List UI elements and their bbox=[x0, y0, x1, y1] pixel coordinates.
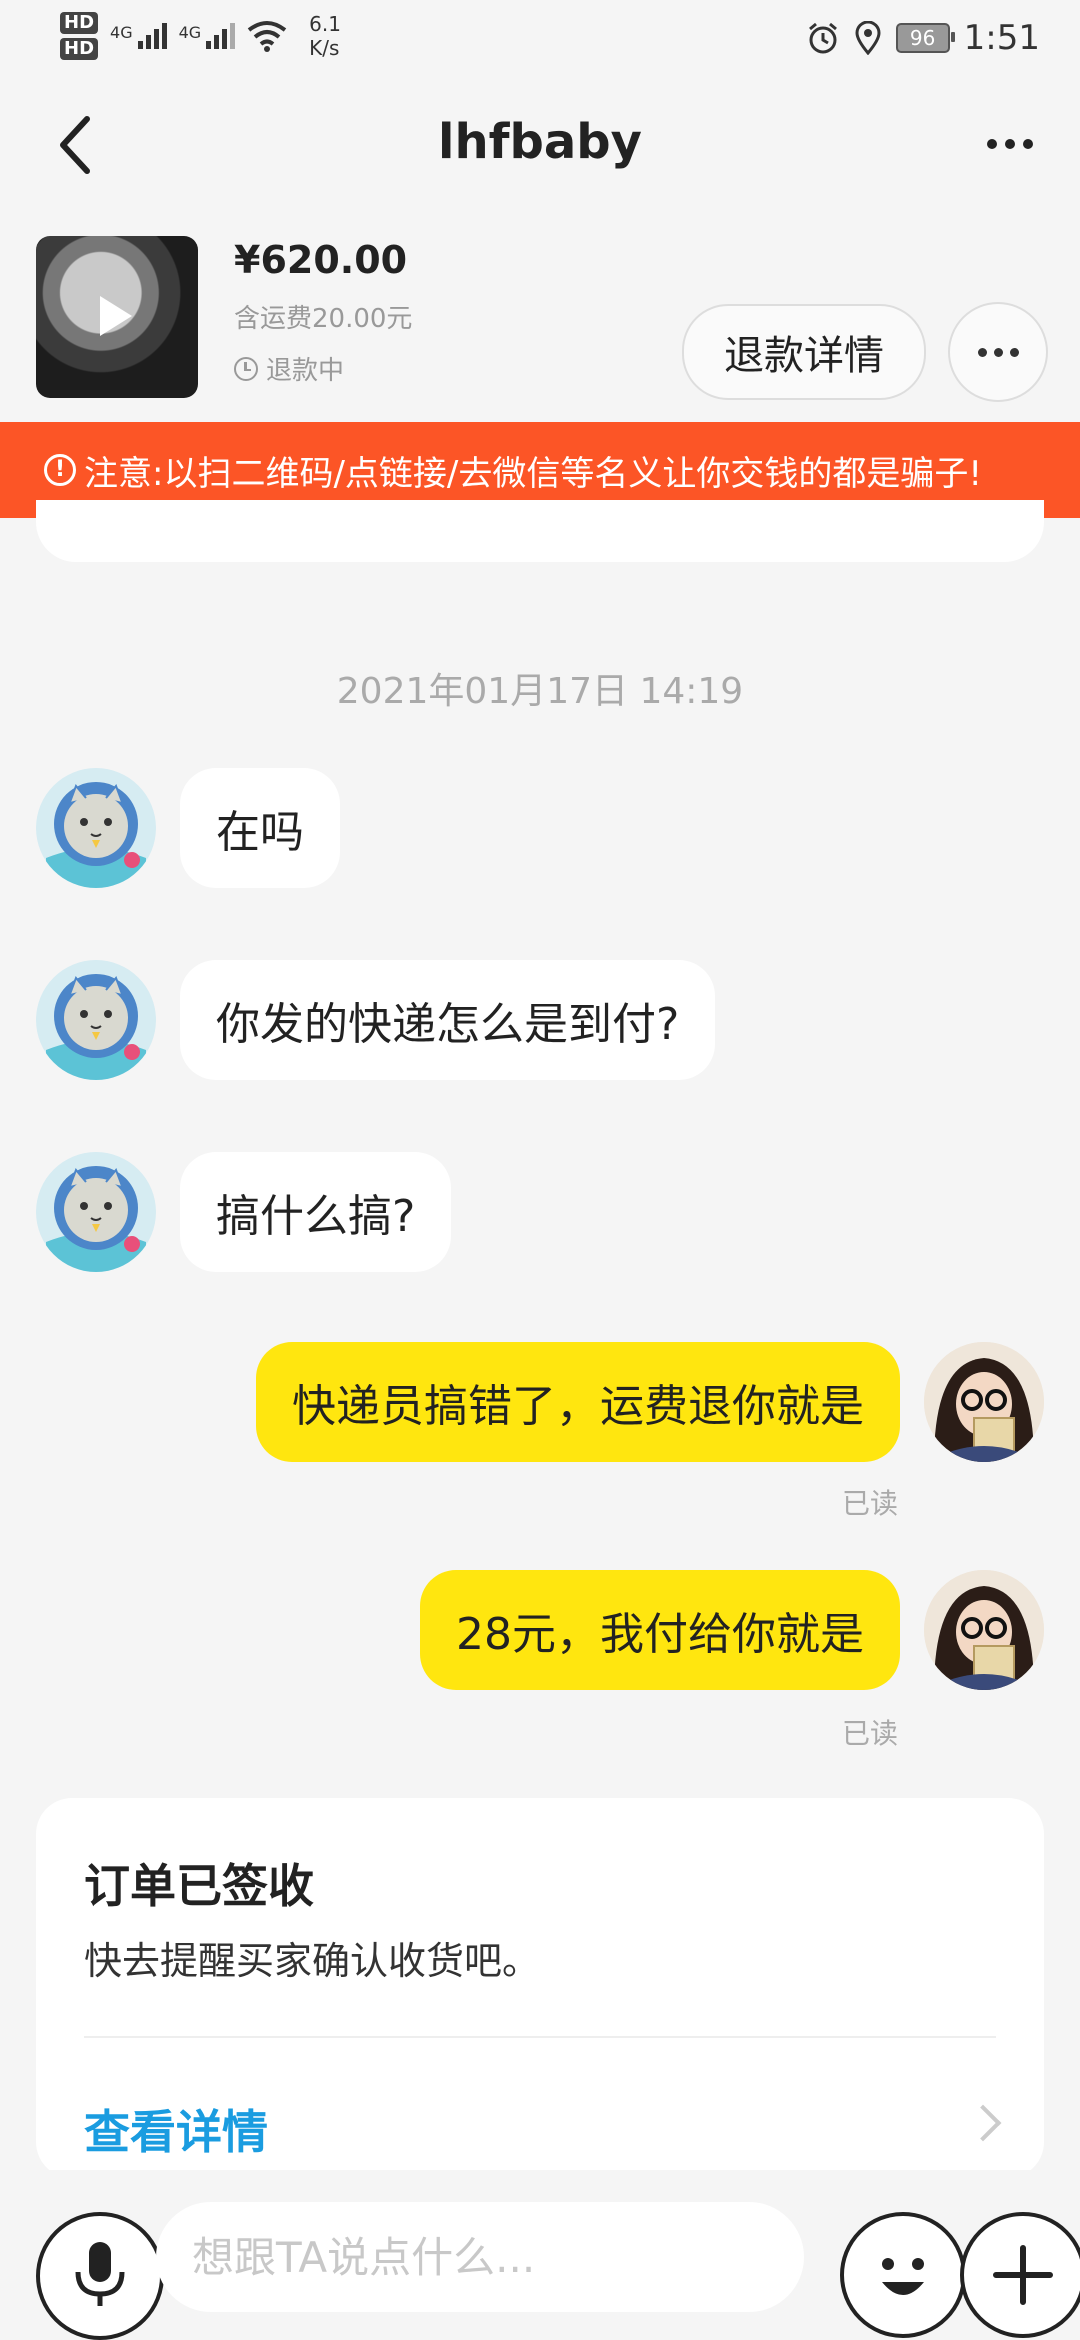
network-type-2: 4G bbox=[178, 23, 202, 42]
product-bar: ¥620.00 含运费20.00元 退款中 退款详情 bbox=[0, 220, 1080, 420]
refund-details-button[interactable]: 退款详情 bbox=[682, 304, 926, 400]
cat-avatar-icon bbox=[36, 768, 156, 888]
message-input[interactable] bbox=[156, 2202, 804, 2312]
more-options-button[interactable] bbox=[970, 114, 1050, 174]
more-dot-icon bbox=[1023, 139, 1033, 149]
order-status-card[interactable]: 订单已签收 快去提醒买家确认收货吧。 查看详情 bbox=[36, 1798, 1044, 2178]
order-status-description: 快去提醒买家确认收货吧。 bbox=[84, 1939, 541, 1983]
smiley-icon bbox=[882, 2258, 924, 2295]
refund-status: 退款中 bbox=[234, 350, 344, 387]
play-icon bbox=[100, 296, 132, 336]
voice-input-button[interactable] bbox=[36, 2212, 164, 2340]
warning-icon: ! bbox=[44, 454, 76, 486]
input-bar bbox=[0, 2170, 1080, 2340]
clock-time: 1:51 bbox=[963, 18, 1040, 58]
hd-icon-2: HD bbox=[60, 38, 99, 60]
microphone-icon bbox=[75, 2242, 125, 2306]
product-more-button[interactable] bbox=[948, 302, 1048, 402]
user-photo-icon bbox=[924, 1342, 1044, 1462]
incoming-message-bubble[interactable]: 在吗 bbox=[180, 768, 340, 888]
chevron-right-icon bbox=[964, 2104, 1002, 2142]
battery-level: 96 bbox=[909, 26, 936, 50]
order-status-title: 订单已签收 bbox=[84, 1859, 314, 1913]
more-dot-icon bbox=[1005, 139, 1015, 149]
emoji-button[interactable] bbox=[840, 2212, 966, 2338]
outgoing-message-bubble[interactable]: 快递员搞错了，运费退你就是 bbox=[256, 1342, 900, 1462]
warning-text: 注意:以扫二维码/点链接/去微信等名义让你交钱的都是骗子! bbox=[84, 453, 982, 494]
divider bbox=[84, 2036, 996, 2038]
status-left: HD HD 4G 4G 6.1 K/s bbox=[60, 12, 341, 60]
seller-avatar[interactable] bbox=[36, 768, 156, 888]
user-avatar[interactable] bbox=[924, 1570, 1044, 1690]
seller-avatar[interactable] bbox=[36, 960, 156, 1080]
hd-indicators: HD HD bbox=[60, 12, 99, 60]
signal-icon-1: 4G bbox=[110, 23, 167, 49]
add-attachment-button[interactable] bbox=[960, 2212, 1080, 2338]
user-photo-icon bbox=[924, 1570, 1044, 1690]
read-receipt: 已读 bbox=[842, 1487, 899, 1520]
message-timestamp: 2021年01月17日 14:19 bbox=[336, 671, 744, 712]
incoming-message-bubble[interactable]: 你发的快递怎么是到付? bbox=[180, 960, 716, 1080]
chat-screen: HD HD 4G 4G 6.1 K/s 96 1:51 lhfbaby ¥620… bbox=[0, 0, 1080, 2340]
seller-avatar[interactable] bbox=[36, 1152, 156, 1272]
more-dot-icon bbox=[993, 347, 1003, 357]
battery-icon: 96 bbox=[895, 23, 955, 53]
cat-avatar-icon bbox=[36, 960, 156, 1080]
network-speed: 6.1 K/s bbox=[309, 12, 341, 60]
cat-avatar-icon bbox=[36, 1152, 156, 1272]
speed-value: 6.1 bbox=[309, 12, 341, 36]
product-thumbnail[interactable] bbox=[36, 236, 198, 398]
refund-status-label: 退款中 bbox=[266, 356, 345, 386]
more-dot-icon bbox=[977, 347, 987, 357]
wifi-icon bbox=[247, 21, 287, 52]
view-details-link[interactable]: 查看详情 bbox=[84, 2096, 268, 2162]
user-avatar[interactable] bbox=[924, 1342, 1044, 1462]
incoming-message-bubble[interactable]: 搞什么搞? bbox=[180, 1152, 452, 1272]
read-receipt: 已读 bbox=[842, 1717, 899, 1750]
alarm-icon bbox=[808, 22, 837, 54]
collapsed-card bbox=[36, 500, 1044, 562]
plus-icon bbox=[993, 2245, 1053, 2305]
shipping-fee: 含运费20.00元 bbox=[234, 304, 413, 334]
chat-title: lhfbaby bbox=[438, 114, 642, 170]
hd-icon-1: HD bbox=[60, 12, 99, 34]
signal-icon-2: 4G bbox=[179, 23, 236, 49]
clock-icon bbox=[234, 356, 258, 381]
chat-header: lhfbaby bbox=[0, 90, 1080, 200]
status-bar: HD HD 4G 4G 6.1 K/s 96 1:51 bbox=[0, 0, 1080, 80]
more-dot-icon bbox=[1009, 347, 1019, 357]
more-dot-icon bbox=[987, 139, 997, 149]
product-price: ¥620.00 bbox=[234, 238, 408, 282]
outgoing-message-bubble[interactable]: 28元，我付给你就是 bbox=[420, 1570, 900, 1690]
speed-unit: K/s bbox=[309, 36, 340, 60]
status-right: 96 1:51 bbox=[806, 18, 1040, 58]
location-icon bbox=[855, 21, 881, 55]
network-type-1: 4G bbox=[110, 23, 133, 42]
